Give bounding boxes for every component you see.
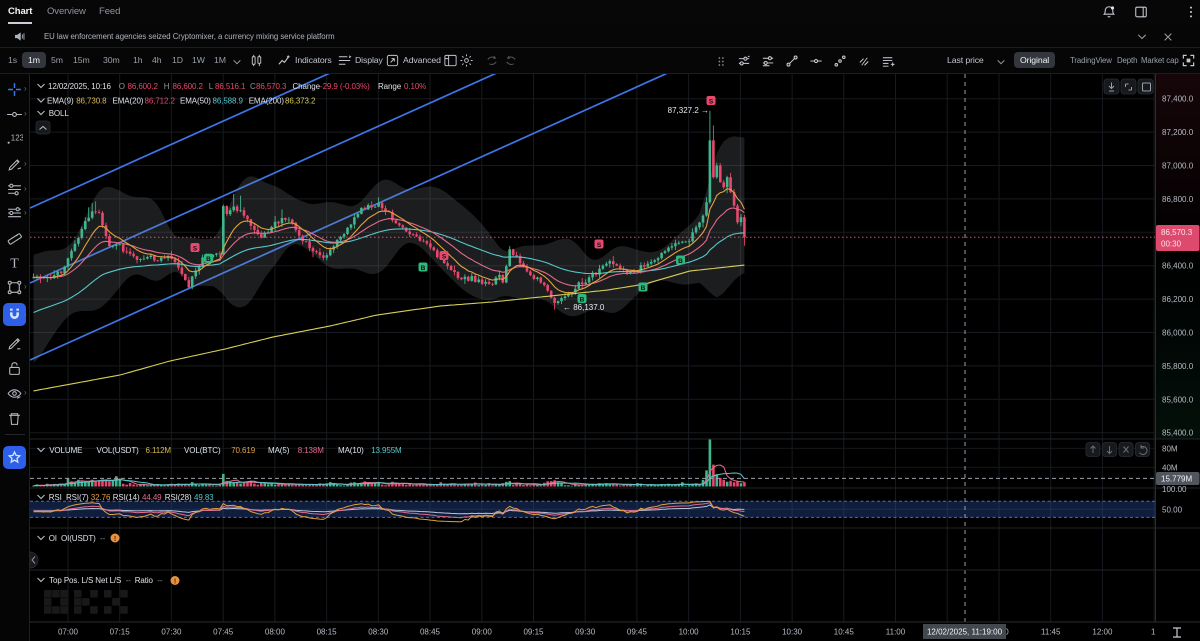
svg-text:86,373.2: 86,373.2 (285, 97, 316, 106)
svg-text:EMA(20): EMA(20) (113, 97, 144, 106)
svg-text:S: S (597, 242, 602, 249)
svg-text:86,730.8: 86,730.8 (76, 97, 107, 106)
svg-text:123: 123 (11, 134, 23, 143)
svg-text:1: 1 (1151, 628, 1156, 637)
svg-text:85,600.0: 85,600.0 (1162, 395, 1194, 404)
svg-text:86,800.0: 86,800.0 (1162, 195, 1194, 204)
svg-text:49.83: 49.83 (194, 493, 214, 502)
svg-text:09:45: 09:45 (627, 628, 648, 637)
svg-text:VOL(BTC): VOL(BTC) (184, 446, 221, 455)
svg-text:70.619: 70.619 (231, 446, 256, 455)
svg-text:09:00: 09:00 (472, 628, 493, 637)
svg-text:B: B (678, 258, 683, 265)
svg-text:12/02/2025, 10:16: 12/02/2025, 10:16 (48, 82, 111, 91)
svg-text:08:15: 08:15 (317, 628, 338, 637)
svg-text:Top Pos. L/S: Top Pos. L/S (49, 576, 93, 585)
svg-text:S: S (193, 245, 198, 252)
svg-text:87,000.0: 87,000.0 (1162, 162, 1194, 171)
svg-text:6.112M: 6.112M (146, 446, 172, 455)
svg-text:00:30: 00:30 (1161, 240, 1182, 249)
svg-text:15.779M: 15.779M (1161, 475, 1192, 484)
svg-text:VOLUME: VOLUME (49, 446, 82, 455)
svg-text:B: B (641, 285, 646, 292)
svg-text:86,570.3: 86,570.3 (1161, 228, 1193, 237)
svg-text:40M: 40M (1162, 463, 1178, 472)
svg-text:MA(10): MA(10) (338, 446, 364, 455)
svg-text:VOL(USDT): VOL(USDT) (97, 446, 140, 455)
svg-text:S: S (442, 253, 447, 260)
svg-text:11:00: 11:00 (886, 628, 906, 637)
svg-text:86,600.2: 86,600.2 (128, 82, 159, 91)
svg-text:86,588.9: 86,588.9 (213, 97, 244, 106)
svg-text:8.138M: 8.138M (298, 446, 325, 455)
svg-text:RSI: RSI (49, 493, 62, 502)
svg-text:86,712.2: 86,712.2 (145, 97, 176, 106)
svg-text:B: B (421, 265, 426, 272)
svg-text:Ratio: Ratio (135, 576, 154, 585)
svg-text:07:30: 07:30 (161, 628, 182, 637)
svg-text:L: L (209, 82, 214, 91)
svg-text:EMA(200): EMA(200) (249, 97, 285, 106)
svg-text:10:30: 10:30 (782, 628, 803, 637)
svg-text:--: -- (100, 534, 106, 543)
svg-text:-29.9 (-0.03%): -29.9 (-0.03%) (320, 82, 370, 91)
svg-text:EMA(50): EMA(50) (180, 97, 211, 106)
svg-text:!: ! (174, 578, 176, 585)
svg-text:07:45: 07:45 (213, 628, 234, 637)
svg-text:!: ! (114, 536, 116, 543)
svg-text:86,516.1: 86,516.1 (215, 82, 246, 91)
svg-text:86,000.0: 86,000.0 (1162, 329, 1194, 338)
svg-text:44.49: 44.49 (142, 493, 162, 502)
svg-text:H: H (164, 82, 170, 91)
svg-text:10:15: 10:15 (730, 628, 751, 637)
svg-text:80M: 80M (1162, 444, 1178, 453)
svg-text:86,600.2: 86,600.2 (173, 82, 204, 91)
svg-text:87,327.2 →: 87,327.2 → (668, 106, 709, 115)
svg-text:S: S (709, 98, 714, 105)
svg-text:--: -- (157, 576, 163, 585)
svg-text:RSI(7): RSI(7) (66, 493, 89, 502)
svg-text:← 86,137.0: ← 86,137.0 (563, 303, 605, 312)
svg-text:--: -- (126, 576, 132, 585)
svg-text:09:30: 09:30 (575, 628, 596, 637)
svg-text:100.00: 100.00 (1162, 485, 1187, 494)
svg-text:RSI(28): RSI(28) (165, 493, 192, 502)
svg-text:10:45: 10:45 (834, 628, 855, 637)
svg-text:12/02/2025, 11:19:00: 12/02/2025, 11:19:00 (927, 628, 1003, 637)
svg-text:50.00: 50.00 (1162, 505, 1183, 514)
svg-text:87,400.0: 87,400.0 (1162, 95, 1194, 104)
svg-text:86,400.0: 86,400.0 (1162, 262, 1194, 271)
svg-text:08:00: 08:00 (265, 628, 286, 637)
svg-text:MA(5): MA(5) (268, 446, 290, 455)
svg-text:O: O (119, 82, 125, 91)
svg-text:Net L/S: Net L/S (95, 576, 121, 585)
svg-text:09:15: 09:15 (523, 628, 544, 637)
svg-text:86,570.3: 86,570.3 (256, 82, 287, 91)
svg-text:B: B (580, 296, 585, 303)
svg-text:BOLL: BOLL (49, 109, 70, 118)
svg-text:07:15: 07:15 (110, 628, 131, 637)
svg-text:OI: OI (49, 534, 57, 543)
svg-text:32.76: 32.76 (91, 493, 111, 502)
svg-text:B: B (206, 256, 211, 263)
svg-text:10:00: 10:00 (679, 628, 700, 637)
svg-text:85,400.0: 85,400.0 (1162, 429, 1194, 438)
svg-text:11:45: 11:45 (1041, 628, 1061, 637)
svg-text:T: T (10, 255, 19, 270)
svg-text:RSI(14): RSI(14) (113, 493, 140, 502)
svg-text:08:45: 08:45 (420, 628, 441, 637)
svg-text:13.955M: 13.955M (371, 446, 402, 455)
svg-text:87,200.0: 87,200.0 (1162, 128, 1194, 137)
svg-text:86,200.0: 86,200.0 (1162, 295, 1194, 304)
svg-text:OI(USDT): OI(USDT) (61, 534, 96, 543)
svg-text:Range: Range (378, 82, 402, 91)
svg-text:12:00: 12:00 (1092, 628, 1113, 637)
svg-text:08:30: 08:30 (368, 628, 389, 637)
svg-text:85,800.0: 85,800.0 (1162, 362, 1194, 371)
svg-text:EMA(9): EMA(9) (47, 97, 74, 106)
svg-text:07:00: 07:00 (58, 628, 79, 637)
svg-text:0.10%: 0.10% (404, 82, 426, 91)
svg-text:Change: Change (293, 82, 321, 91)
